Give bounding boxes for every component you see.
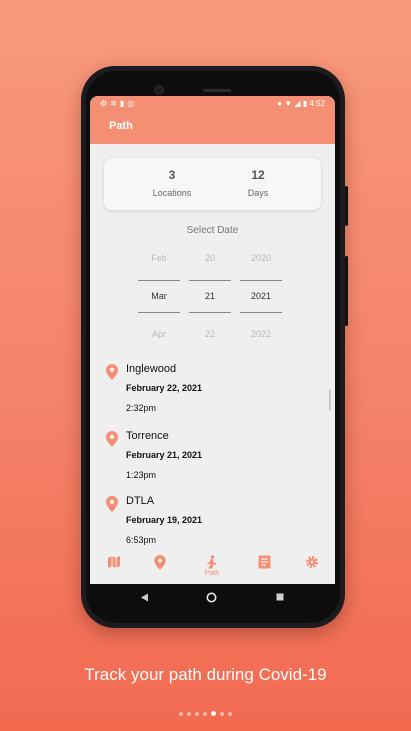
picker-divider: [189, 312, 231, 313]
picker-divider: [240, 312, 282, 313]
day-next[interactable]: 22: [189, 329, 231, 339]
picker-divider: [138, 312, 180, 313]
pager-dot[interactable]: [187, 711, 191, 716]
days-stat: 12 Days: [218, 168, 298, 198]
gear-icon: ⚙: [100, 99, 111, 108]
location-pin-icon: [154, 555, 166, 570]
select-date-heading: Select Date: [186, 225, 239, 236]
year-next[interactable]: 2022: [240, 329, 282, 339]
location-pin-icon: [106, 431, 118, 447]
gear-icon: ✲: [110, 99, 120, 108]
earpiece-speaker: [203, 89, 231, 92]
location-pin-icon: [106, 364, 118, 380]
walking-person-icon: [207, 555, 217, 569]
location-time: 2:32pm: [126, 403, 157, 413]
app-screen: ⚙✲▮◎ ● ▼ ◢ ▮ 4:52 Path 3 Locations 12 Da…: [90, 96, 335, 584]
location-date: February 19, 2021: [126, 515, 203, 525]
locations-label: Locations: [152, 188, 192, 198]
back-icon[interactable]: [140, 593, 149, 602]
circle-icon: ◎: [127, 99, 138, 108]
picker-divider: [138, 280, 180, 281]
volume-button: [345, 256, 348, 326]
power-button: [345, 186, 348, 226]
status-notification-icons: ⚙✲▮◎: [100, 99, 137, 108]
bottom-nav: Path: [90, 551, 335, 584]
list-scrollbar[interactable]: [329, 389, 331, 411]
pager-dot[interactable]: [179, 711, 183, 716]
nav-item-settings[interactable]: [297, 555, 327, 569]
picker-divider: [240, 280, 282, 281]
nav-item-documents[interactable]: [249, 555, 279, 569]
year-selected[interactable]: 2021: [240, 291, 282, 301]
location-icon: ●: [277, 99, 282, 108]
status-system-icons: ● ▼ ◢ ▮ 4:52: [277, 99, 325, 108]
location-time: 1:23pm: [126, 470, 157, 480]
location-name: DTLA: [126, 495, 155, 507]
location-date: February 21, 2021: [126, 450, 203, 460]
location-name: Torrence: [126, 430, 169, 442]
status-bar: ⚙✲▮◎ ● ▼ ◢ ▮ 4:52: [90, 96, 335, 112]
day-selected[interactable]: 21: [189, 291, 231, 301]
pager-dot[interactable]: [211, 711, 216, 717]
stats-card: 3 Locations 12 Days: [104, 158, 321, 210]
nav-label-path: Path: [204, 570, 220, 577]
pager-dot[interactable]: [195, 711, 199, 716]
pager-dots[interactable]: [0, 705, 411, 717]
pager-dot[interactable]: [220, 711, 224, 716]
app-bar: Path: [90, 112, 335, 144]
locations-stat: 3 Locations: [132, 168, 212, 198]
location-name: Inglewood: [126, 363, 177, 375]
days-label: Days: [247, 188, 269, 198]
nav-item-map[interactable]: [99, 555, 129, 569]
page-title: Path: [109, 120, 133, 132]
month-selected[interactable]: Mar: [138, 291, 180, 301]
picker-divider: [189, 280, 231, 281]
days-count: 12: [251, 168, 265, 182]
signal-icon: ◢: [294, 99, 301, 108]
location-date: February 22, 2021: [126, 383, 203, 393]
month-next[interactable]: Apr: [138, 329, 180, 339]
gear-icon: [306, 556, 318, 568]
nav-item-locations[interactable]: [145, 555, 175, 570]
pager-dot[interactable]: [228, 711, 232, 716]
pager-dot[interactable]: [203, 711, 207, 716]
map-icon: [108, 556, 120, 568]
year-prev[interactable]: 2020: [240, 253, 282, 263]
nav-item-path[interactable]: Path: [197, 555, 227, 577]
onboarding-caption: Track your path during Covid-19: [84, 665, 327, 684]
wifi-icon: ▼: [284, 99, 293, 108]
month-prev[interactable]: Feb: [138, 253, 180, 263]
status-time: 4:52: [309, 99, 325, 108]
location-time: 6:53pm: [126, 535, 157, 545]
system-nav-bar: [90, 584, 335, 612]
document-icon: [258, 555, 270, 569]
recents-icon[interactable]: [276, 593, 284, 601]
day-prev[interactable]: 20: [189, 253, 231, 263]
locations-count: 3: [168, 168, 176, 182]
front-camera-icon: [154, 85, 164, 95]
location-pin-icon: [106, 496, 118, 512]
battery-icon: ▮: [302, 99, 308, 108]
home-icon[interactable]: [206, 592, 217, 603]
